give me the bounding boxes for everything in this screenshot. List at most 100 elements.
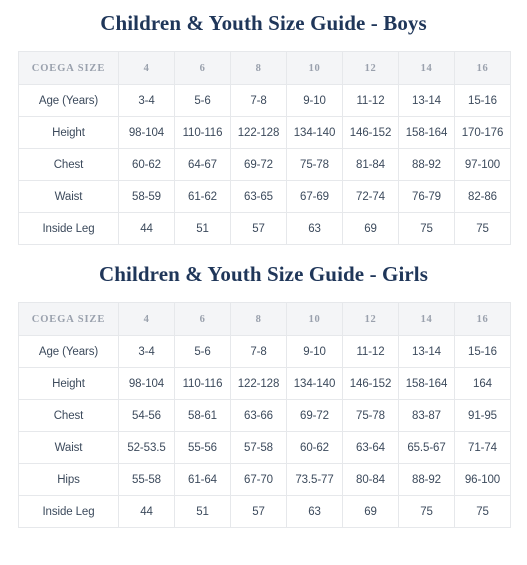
table-cell: 64-67 xyxy=(174,148,231,181)
table-row: Waist 58-59 61-62 63-65 67-69 72-74 76-7… xyxy=(18,180,511,213)
table-cell: 63-64 xyxy=(342,431,399,464)
table-cell: 51 xyxy=(174,495,231,528)
table-cell: 63-66 xyxy=(230,399,287,432)
row-label: Chest xyxy=(18,399,119,432)
table-cell: 67-70 xyxy=(230,463,287,496)
girls-table-body: Age (Years) 3-4 5-6 7-8 9-10 11-12 13-14… xyxy=(18,335,511,528)
table-cell: 13-14 xyxy=(398,84,455,117)
table-cell: 122-128 xyxy=(230,116,287,149)
table-row: Inside Leg 44 51 57 63 69 75 75 xyxy=(18,495,511,528)
table-cell: 83-87 xyxy=(398,399,455,432)
table-cell: 55-56 xyxy=(174,431,231,464)
table-cell: 60-62 xyxy=(286,431,343,464)
table-cell: 170-176 xyxy=(454,116,511,149)
table-cell: 134-140 xyxy=(286,367,343,400)
table-cell: 13-14 xyxy=(398,335,455,368)
table-cell: 146-152 xyxy=(342,367,399,400)
table-cell: 98-104 xyxy=(118,116,175,149)
table-cell: 57 xyxy=(230,212,287,245)
table-cell: 75 xyxy=(398,212,455,245)
table-cell: 110-116 xyxy=(174,367,231,400)
boys-header-size: 16 xyxy=(454,51,511,85)
table-cell: 158-164 xyxy=(398,116,455,149)
row-label: Waist xyxy=(18,180,119,213)
table-cell: 96-100 xyxy=(454,463,511,496)
boys-header-row: COEGA SIZE 4 6 8 10 12 14 16 xyxy=(18,51,511,85)
table-cell: 110-116 xyxy=(174,116,231,149)
row-label: Hips xyxy=(18,463,119,496)
table-cell: 98-104 xyxy=(118,367,175,400)
boys-header-size: 10 xyxy=(286,51,343,85)
boys-size-table: COEGA SIZE 4 6 8 10 12 14 16 Age (Years)… xyxy=(18,51,511,245)
boys-header-size: 14 xyxy=(398,51,455,85)
table-row: Height 98-104 110-116 122-128 134-140 14… xyxy=(18,116,511,149)
table-cell: 7-8 xyxy=(230,335,287,368)
boys-table-head: COEGA SIZE 4 6 8 10 12 14 16 xyxy=(18,51,511,85)
table-row: Chest 54-56 58-61 63-66 69-72 75-78 83-8… xyxy=(18,399,511,432)
table-cell: 69 xyxy=(342,212,399,245)
table-cell: 75-78 xyxy=(342,399,399,432)
table-row: Inside Leg 44 51 57 63 69 75 75 xyxy=(18,212,511,245)
girls-header-size: 14 xyxy=(398,302,455,336)
table-cell: 5-6 xyxy=(174,84,231,117)
table-cell: 164 xyxy=(454,367,511,400)
table-row: Age (Years) 3-4 5-6 7-8 9-10 11-12 13-14… xyxy=(18,84,511,117)
table-cell: 63 xyxy=(286,212,343,245)
row-label: Waist xyxy=(18,431,119,464)
row-label: Inside Leg xyxy=(18,495,119,528)
table-cell: 15-16 xyxy=(454,84,511,117)
row-label: Age (Years) xyxy=(18,84,119,117)
table-cell: 73.5-77 xyxy=(286,463,343,496)
girls-header-size: 12 xyxy=(342,302,399,336)
girls-table-head: COEGA SIZE 4 6 8 10 12 14 16 xyxy=(18,302,511,336)
table-cell: 44 xyxy=(118,212,175,245)
girls-header-label: COEGA SIZE xyxy=(18,302,119,336)
girls-header-size: 16 xyxy=(454,302,511,336)
row-label: Chest xyxy=(18,148,119,181)
girls-size-table: COEGA SIZE 4 6 8 10 12 14 16 Age (Years)… xyxy=(18,302,511,528)
boys-header-size: 4 xyxy=(118,51,175,85)
table-cell: 61-62 xyxy=(174,180,231,213)
boys-size-guide-title: Children & Youth Size Guide - Boys xyxy=(100,11,427,35)
girls-size-guide-title: Children & Youth Size Guide - Girls xyxy=(98,262,429,286)
table-cell: 75 xyxy=(454,212,511,245)
table-cell: 67-69 xyxy=(286,180,343,213)
size-guide-page: Children & Youth Size Guide - Boys COEGA… xyxy=(0,0,527,565)
table-cell: 58-61 xyxy=(174,399,231,432)
table-cell: 76-79 xyxy=(398,180,455,213)
table-cell: 63 xyxy=(286,495,343,528)
table-cell: 75 xyxy=(454,495,511,528)
table-row: Waist 52-53.5 55-56 57-58 60-62 63-64 65… xyxy=(18,431,511,464)
boys-header-size: 12 xyxy=(342,51,399,85)
table-cell: 146-152 xyxy=(342,116,399,149)
table-cell: 75 xyxy=(398,495,455,528)
table-cell: 69-72 xyxy=(230,148,287,181)
table-row: Hips 55-58 61-64 67-70 73.5-77 80-84 88-… xyxy=(18,463,511,496)
boys-table-body: Age (Years) 3-4 5-6 7-8 9-10 11-12 13-14… xyxy=(18,84,511,245)
table-cell: 58-59 xyxy=(118,180,175,213)
table-row: Age (Years) 3-4 5-6 7-8 9-10 11-12 13-14… xyxy=(18,335,511,368)
row-label: Inside Leg xyxy=(18,212,119,245)
girls-header-size: 10 xyxy=(286,302,343,336)
table-cell: 11-12 xyxy=(342,84,399,117)
table-cell: 134-140 xyxy=(286,116,343,149)
table-cell: 3-4 xyxy=(118,84,175,117)
row-label: Height xyxy=(18,367,119,400)
row-label: Age (Years) xyxy=(18,335,119,368)
table-cell: 82-86 xyxy=(454,180,511,213)
table-cell: 11-12 xyxy=(342,335,399,368)
table-cell: 88-92 xyxy=(398,148,455,181)
table-cell: 63-65 xyxy=(230,180,287,213)
girls-header-row: COEGA SIZE 4 6 8 10 12 14 16 xyxy=(18,302,511,336)
table-cell: 91-95 xyxy=(454,399,511,432)
table-cell: 122-128 xyxy=(230,367,287,400)
table-cell: 60-62 xyxy=(118,148,175,181)
table-cell: 75-78 xyxy=(286,148,343,181)
table-cell: 80-84 xyxy=(342,463,399,496)
table-cell: 15-16 xyxy=(454,335,511,368)
boys-header-label: COEGA SIZE xyxy=(18,51,119,85)
table-cell: 7-8 xyxy=(230,84,287,117)
table-cell: 81-84 xyxy=(342,148,399,181)
row-label: Height xyxy=(18,116,119,149)
boys-header-size: 8 xyxy=(230,51,287,85)
